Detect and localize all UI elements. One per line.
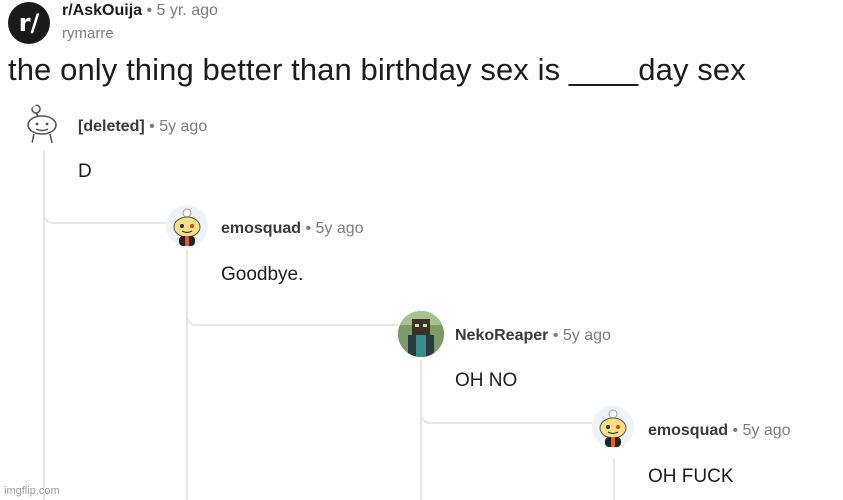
snoo-avatar-icon	[599, 409, 627, 447]
comment-username[interactable]: [deleted]	[78, 118, 145, 135]
thread-connector	[43, 200, 167, 224]
thread-line[interactable]	[420, 360, 422, 500]
meta-separator: •	[552, 327, 559, 344]
thread-connector	[186, 302, 398, 326]
comment-meta: emosquad • 5y ago	[221, 220, 364, 238]
meta-separator: •	[149, 118, 155, 135]
subreddit-icon[interactable]: r/	[8, 2, 50, 44]
subreddit-link[interactable]: r/AskOuija	[62, 2, 142, 19]
comment-body: OH NO	[455, 370, 518, 391]
deleted-snoo-icon	[27, 104, 57, 144]
thread-line[interactable]	[186, 250, 188, 500]
comment-body: OH FUCK	[648, 466, 734, 487]
user-avatar[interactable]	[166, 205, 208, 247]
comment-time: 5y ago	[159, 118, 208, 135]
snoo-avatar-icon	[173, 208, 201, 246]
user-avatar[interactable]	[398, 311, 444, 357]
thread-connector	[420, 400, 592, 424]
comment-username[interactable]: emosquad	[221, 220, 301, 237]
comment-username[interactable]: emosquad	[648, 422, 728, 439]
comment-meta: [deleted] • 5y ago	[78, 118, 207, 136]
comment-time: 5y ago	[742, 422, 791, 439]
comment-meta: emosquad • 5y ago	[648, 422, 791, 440]
comment-time: 5y ago	[562, 327, 611, 344]
meta-separator: •	[732, 422, 739, 439]
comment-username[interactable]: NekoReaper	[455, 327, 548, 344]
post-title: the only thing better than birthday sex …	[8, 52, 746, 87]
comment-body: Goodbye.	[221, 264, 304, 285]
imgflip-watermark: imgflip.com	[4, 485, 60, 497]
meta-separator: •	[146, 2, 153, 19]
comment-meta: NekoReaper • 5y ago	[455, 327, 611, 345]
comment-time: 5y ago	[315, 220, 364, 237]
post-time: 5 yr. ago	[156, 2, 218, 19]
post-author[interactable]: rymarre	[62, 25, 114, 42]
meta-separator: •	[305, 220, 312, 237]
pixel-character-avatar-icon	[398, 311, 444, 357]
post-meta: r/AskOuija • 5 yr. ago	[62, 2, 218, 20]
deleted-user-avatar	[24, 103, 64, 147]
thread-line[interactable]	[613, 458, 615, 500]
user-avatar[interactable]	[592, 406, 634, 448]
comment-body: D	[78, 161, 92, 182]
